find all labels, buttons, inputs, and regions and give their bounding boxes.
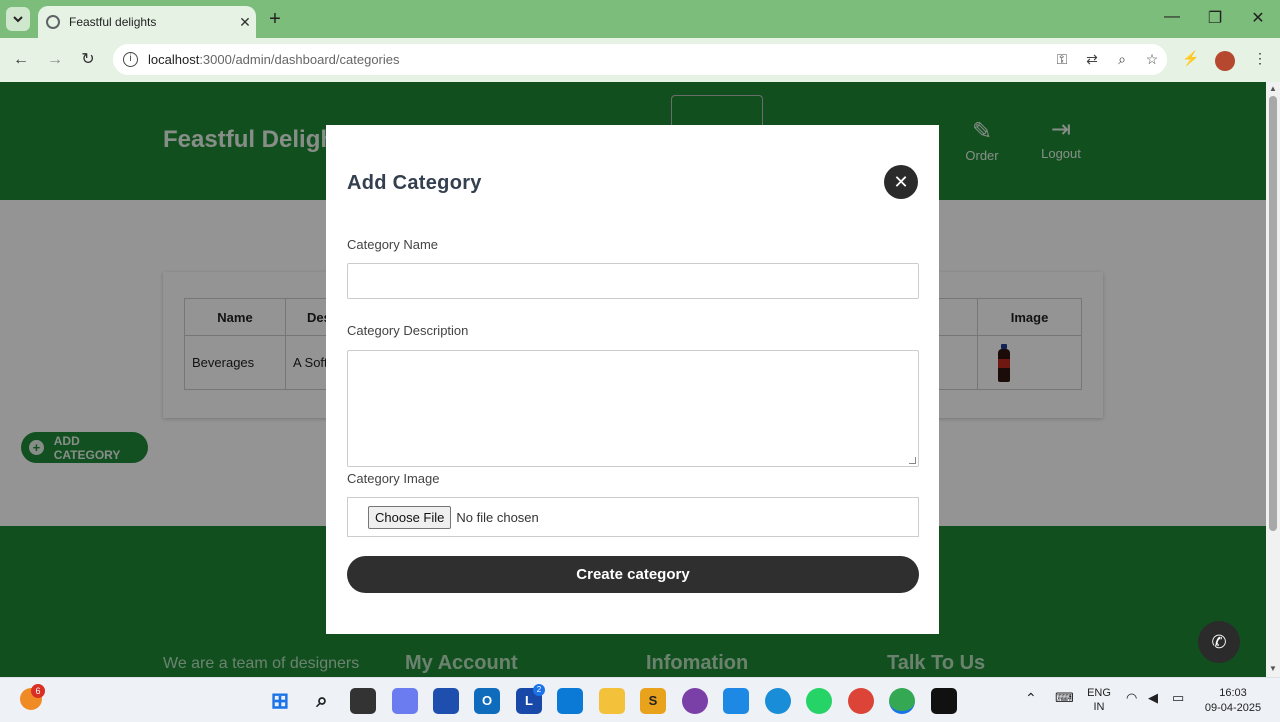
address-bar[interactable]: i localhost:3000/admin/dashboard/categor… xyxy=(113,44,1167,75)
language-indicator[interactable]: ENG IN xyxy=(1086,686,1112,714)
store-icon[interactable] xyxy=(433,688,459,714)
whatsapp-chat-button[interactable]: ✆ xyxy=(1198,621,1240,663)
notification-badge: 6 xyxy=(31,684,45,698)
tab-title: Feastful delights xyxy=(69,15,157,29)
create-category-button[interactable]: Create category xyxy=(347,556,919,593)
extension-icon[interactable]: ⚡ xyxy=(1180,50,1202,72)
whatsapp-taskbar-icon[interactable] xyxy=(806,688,832,714)
browser-toolbar: ← → ↻ i localhost:3000/admin/dashboard/c… xyxy=(0,38,1280,82)
back-icon[interactable]: ← xyxy=(10,49,32,71)
site-info-icon[interactable]: i xyxy=(123,52,138,67)
category-name-input[interactable] xyxy=(347,263,919,299)
tab-search-button[interactable] xyxy=(6,7,30,31)
browser-tab[interactable]: Feastful delights ✕ xyxy=(38,6,256,38)
window-close-button[interactable]: ✕ xyxy=(1243,8,1273,28)
app-square-icon[interactable] xyxy=(557,688,583,714)
scrollbar-thumb[interactable] xyxy=(1269,96,1277,531)
file-status-text: No file chosen xyxy=(456,509,539,525)
chrome-icon[interactable] xyxy=(848,688,874,714)
clock-time: 16:03 xyxy=(1219,687,1247,699)
terminal-icon[interactable] xyxy=(931,688,957,714)
bookmark-star-icon[interactable]: ☆ xyxy=(1137,51,1167,68)
edge-icon[interactable] xyxy=(765,688,791,714)
add-category-modal: Add Category ✕ Category Name Category De… xyxy=(326,125,939,634)
chevron-down-icon xyxy=(13,16,23,23)
category-description-textarea[interactable] xyxy=(347,350,919,467)
browser-tab-bar: Feastful delights ✕ + — ❐ ✕ xyxy=(0,0,1280,38)
github-icon[interactable] xyxy=(682,688,708,714)
volume-icon[interactable]: ◀ xyxy=(1148,690,1158,706)
menu-kebab-icon[interactable]: ⋮ xyxy=(1249,50,1271,72)
outlook-icon[interactable]: O xyxy=(474,688,500,714)
zoom-icon[interactable]: ⌕ xyxy=(1107,51,1137,68)
translate-icon[interactable]: ⇄ xyxy=(1077,51,1107,68)
sublime-icon[interactable]: S xyxy=(640,688,666,714)
url-path: :3000/admin/dashboard/categories xyxy=(199,52,400,67)
whatsapp-icon: ✆ xyxy=(1211,632,1227,652)
copilot-icon[interactable] xyxy=(392,688,418,714)
chrome-active-icon[interactable] xyxy=(889,688,915,714)
search-icon[interactable]: ⌕ xyxy=(309,688,335,714)
modal-title: Add Category xyxy=(347,172,482,194)
forward-icon[interactable]: → xyxy=(44,49,66,71)
windows-start-icon[interactable]: ⊞ xyxy=(267,688,293,714)
modal-close-button[interactable]: ✕ xyxy=(884,165,918,199)
page-viewport: Feastful Delight ✎ Order ⇥ Logout Name D… xyxy=(0,82,1266,677)
tab-close-button[interactable]: ✕ xyxy=(234,14,256,31)
task-view-icon[interactable] xyxy=(350,688,376,714)
globe-icon xyxy=(46,15,60,29)
category-name-label: Category Name xyxy=(347,237,439,252)
wifi-icon[interactable]: ◠ xyxy=(1126,690,1137,706)
new-tab-button[interactable]: + xyxy=(264,8,286,30)
l-app-badge: 2 xyxy=(533,684,545,696)
lang-line2: IN xyxy=(1093,701,1105,713)
category-image-label: Category Image xyxy=(347,471,440,486)
minimize-button[interactable]: — xyxy=(1157,8,1187,26)
resize-handle[interactable] xyxy=(909,457,916,464)
url-host: localhost xyxy=(148,52,200,67)
battery-icon[interactable]: ▭ xyxy=(1172,690,1184,706)
scroll-down-icon[interactable]: ▼ xyxy=(1269,664,1277,673)
close-icon: ✕ xyxy=(893,172,909,192)
lang-line1: ENG xyxy=(1087,687,1111,699)
page-scrollbar[interactable]: ▲ ▼ xyxy=(1266,82,1280,677)
windows-taskbar: 6 ⊞ ⌕ O L 2 S ⌃ ⌨ ENG IN ◠ ◀ ▭ 16:03 09-… xyxy=(0,677,1280,722)
scroll-up-icon[interactable]: ▲ xyxy=(1269,84,1277,93)
reload-icon[interactable]: ↻ xyxy=(77,49,99,71)
choose-file-button[interactable]: Choose File xyxy=(368,505,452,529)
url-text[interactable]: localhost:3000/admin/dashboard/categorie… xyxy=(148,52,1047,67)
profile-avatar[interactable] xyxy=(1214,50,1236,72)
category-image-file-input: Choose File No file chosen xyxy=(347,497,919,537)
vscode-icon[interactable] xyxy=(723,688,749,714)
keyboard-icon[interactable]: ⌨ xyxy=(1055,690,1074,706)
clock-date: 09-04-2025 xyxy=(1204,702,1262,714)
chevron-up-icon[interactable]: ⌃ xyxy=(1025,690,1037,707)
password-key-icon[interactable]: ⚿ xyxy=(1047,51,1077,68)
clock[interactable]: 16:03 09-04-2025 xyxy=(1200,686,1266,716)
category-description-label: Category Description xyxy=(347,323,469,338)
file-explorer-icon[interactable] xyxy=(599,688,625,714)
restore-button[interactable]: ❐ xyxy=(1200,8,1230,28)
